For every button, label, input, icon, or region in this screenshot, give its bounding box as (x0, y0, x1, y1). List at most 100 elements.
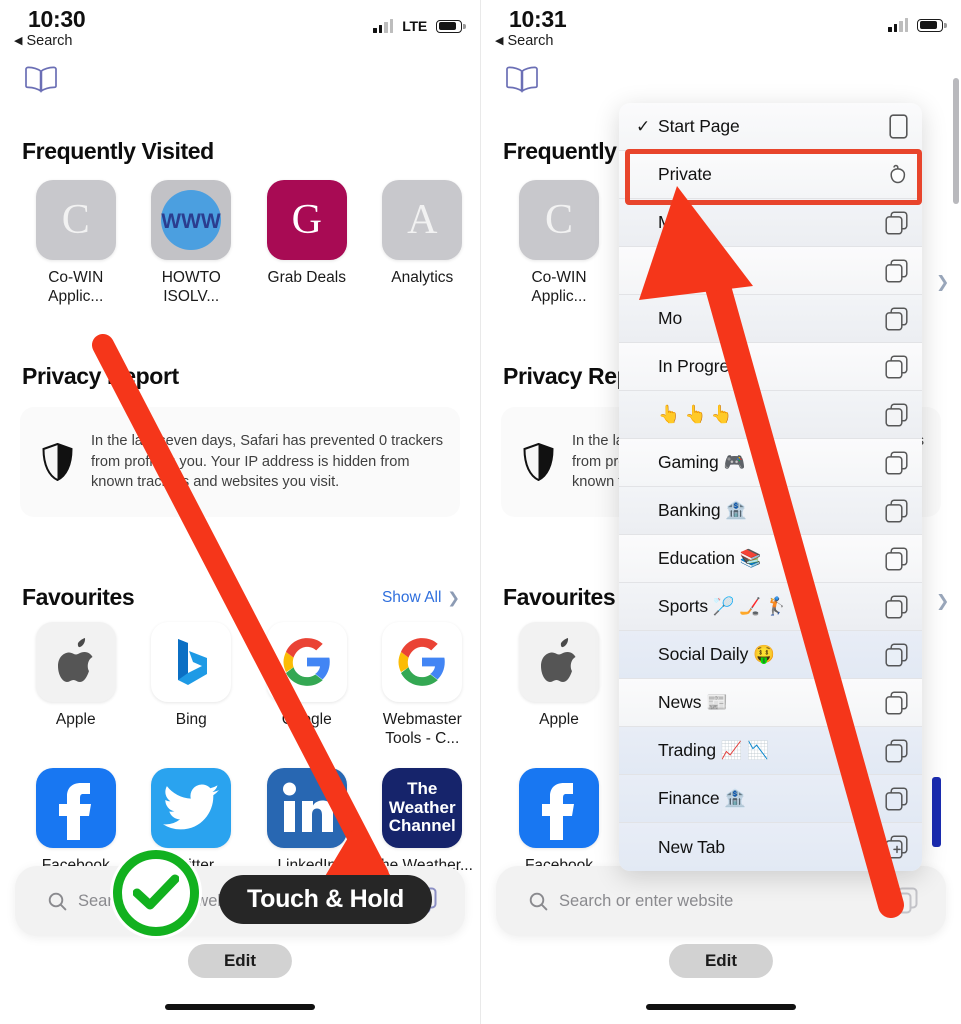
tabs-icon (885, 306, 908, 331)
menu-scrollbar[interactable] (953, 78, 959, 204)
tabs-icon (885, 258, 908, 283)
tabs-icon (885, 738, 908, 763)
menu-item-education[interactable]: Education 📚 (619, 535, 922, 583)
menu-item-label: Trading 📈 📉 (658, 740, 769, 760)
tabs-button[interactable] (891, 887, 919, 915)
bookmarks-row (0, 62, 480, 112)
menu-item-label: Sports 🏸 🏒 🏌 (658, 596, 788, 616)
menu-item-start-page[interactable]: ✓ Start Page (619, 103, 922, 151)
frequent-site-tile[interactable]: C Co-WIN Applic... (499, 180, 619, 307)
menu-item-new-tab[interactable]: New Tab (619, 823, 922, 871)
favourite-tile[interactable]: TheWeatherChannel The Weather... (365, 768, 481, 876)
menu-item-gaming[interactable]: Gaming 🎮 (619, 439, 922, 487)
weather-channel-icon: The Weather Channel (382, 768, 463, 848)
frequent-site-tile[interactable]: WWW HOWTO ISOLV... (134, 180, 250, 307)
browser-toolbar: Search or enter website (496, 866, 946, 936)
back-to-search-link[interactable]: ◀ Search (495, 33, 553, 49)
twitter-icon (151, 768, 232, 848)
privacy-report-card[interactable]: In the last seven days, Safari has preve… (20, 407, 460, 517)
frequent-site-tile[interactable]: G Grab Deals (249, 180, 365, 307)
carrier-label: LTE (402, 18, 427, 34)
show-all-favourites-button[interactable]: Show All ❯ (382, 589, 460, 607)
book-icon[interactable] (24, 66, 58, 93)
google-icon (266, 622, 347, 702)
search-placeholder: Search or enter website (559, 891, 734, 910)
status-time: 10:31 (509, 6, 567, 32)
tabs-icon (885, 546, 908, 571)
status-bar: 10:31 ◀ Search (481, 0, 961, 58)
back-label: Search (507, 33, 554, 49)
favourite-tile[interactable]: Google (249, 622, 365, 749)
favourite-tile[interactable]: Facebook (18, 768, 134, 876)
site-label: Grab Deals (267, 269, 346, 286)
favourite-tile[interactable]: LinkedIn (249, 768, 365, 876)
menu-item-private[interactable]: Private (619, 151, 922, 199)
tabs-icon (885, 642, 908, 667)
chevron-right-icon: ❯ (936, 593, 950, 610)
tabs-icon (885, 210, 908, 235)
tab-group-menu[interactable]: ✓ Start Page Private MF Wes Mo In Progre… (619, 103, 922, 871)
favourite-tile[interactable]: Apple (499, 622, 619, 730)
book-icon[interactable] (505, 66, 539, 93)
edit-button[interactable]: Edit (668, 944, 774, 978)
chevron-right-icon: ❯ (447, 590, 460, 607)
weather-tile-edge (932, 777, 941, 847)
favourite-label: Bing (175, 711, 207, 728)
site-favicon: A (382, 180, 463, 260)
right-phone-screen: 10:31 ◀ Search Frequently Visited C Co-W… (481, 0, 961, 1024)
battery-icon (917, 18, 947, 32)
shield-icon (523, 443, 554, 481)
battery-icon (436, 19, 466, 33)
site-favicon: WWW (151, 180, 232, 260)
privacy-report-body: In the last seven days, Safari has preve… (91, 432, 444, 491)
favourite-tile[interactable]: Apple (18, 622, 134, 749)
apple-icon (35, 622, 116, 702)
tabs-icon (885, 690, 908, 715)
frequent-site-tile[interactable]: A Analytics (365, 180, 481, 307)
status-indicators: LTE (373, 18, 466, 34)
edit-button[interactable]: Edit (187, 944, 293, 978)
favourite-label: Apple (539, 711, 579, 728)
signal-icon (373, 19, 394, 33)
facebook-icon (519, 768, 599, 848)
favourites-title: Favourites (22, 584, 135, 610)
menu-item-wes[interactable]: Wes (619, 247, 922, 295)
facebook-icon (35, 768, 116, 848)
menu-item-pointing-fingers[interactable]: 👆 👆 👆 (619, 391, 922, 439)
tabs-icon (891, 887, 918, 914)
favourite-label: Apple (55, 711, 96, 728)
menu-item-social-daily[interactable]: Social Daily 🤑 (619, 631, 922, 679)
chevron-right-icon: ❯ (936, 274, 950, 291)
menu-item-finance[interactable]: Finance 🏦 (619, 775, 922, 823)
linkedin-icon (266, 768, 347, 848)
apple-icon (519, 622, 599, 702)
check-mark-icon (133, 874, 179, 910)
shield-icon (42, 443, 73, 481)
menu-item-label: Finance 🏦 (658, 788, 747, 808)
home-indicator (646, 1004, 796, 1010)
google-icon (382, 622, 463, 702)
search-input[interactable]: Search or enter website (529, 892, 891, 911)
menu-item-label: New Tab (658, 836, 726, 857)
status-bar: 10:30 ◀ Search LTE (0, 0, 480, 58)
favourite-label: Google (281, 711, 332, 728)
menu-item-mf[interactable]: MF (619, 199, 922, 247)
menu-item-trading[interactable]: Trading 📈 📉 (619, 727, 922, 775)
menu-item-mo[interactable]: Mo (619, 295, 922, 343)
favourite-tile[interactable]: Bing (134, 622, 250, 749)
menu-item-label: MF (658, 212, 684, 232)
frequent-site-tile[interactable]: C Co-WIN Applic... (18, 180, 134, 307)
menu-item-news[interactable]: News 📰 (619, 679, 922, 727)
tabs-icon (885, 498, 908, 523)
menu-item-in-progress[interactable]: In Progre (619, 343, 922, 391)
svg-text:WWW: WWW (162, 210, 222, 233)
menu-item-sports[interactable]: Sports 🏸 🏒 🏌 (619, 583, 922, 631)
favourite-tile[interactable]: Facebook (499, 768, 619, 876)
single-tab-icon (889, 114, 908, 139)
favourite-tile[interactable]: Webmaster Tools - C... (365, 622, 481, 749)
search-icon (529, 892, 548, 910)
menu-item-banking[interactable]: Banking 🏦 (619, 487, 922, 535)
back-to-search-link[interactable]: ◀ Search (14, 33, 72, 49)
menu-item-label: News 📰 (658, 692, 728, 712)
screenshot-root: 10:30 ◀ Search LTE Frequently Visited C … (0, 0, 961, 1024)
